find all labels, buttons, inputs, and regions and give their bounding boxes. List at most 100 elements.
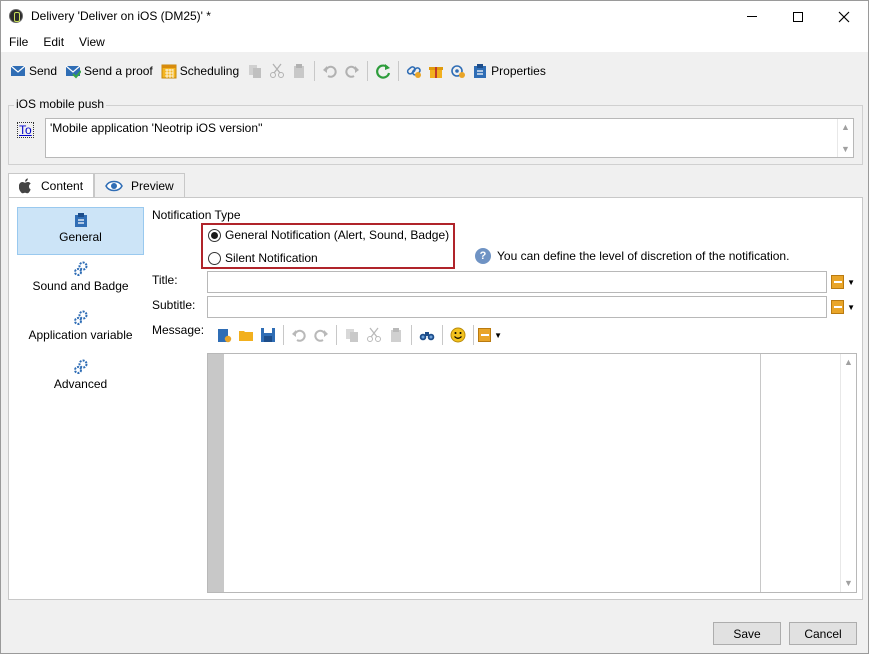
editor-copy-button[interactable] [341, 323, 363, 347]
nav-application-variable[interactable]: Application variable [17, 306, 144, 354]
radio-dot[interactable] [208, 251, 221, 265]
find-button[interactable] [416, 323, 438, 347]
toolbar-separator [442, 325, 443, 345]
cut-button[interactable] [266, 59, 288, 83]
scissors-icon [270, 63, 285, 78]
redo-icon [314, 329, 328, 342]
message-editor-toolbar: ▼ [207, 322, 857, 348]
app-icon [9, 9, 23, 23]
scroll-up-icon[interactable]: ▲ [844, 357, 853, 367]
tab-content-label: Content [41, 179, 84, 193]
nav-general[interactable]: General [17, 207, 144, 255]
redo-button[interactable] [341, 59, 363, 83]
cancel-button[interactable]: Cancel [789, 622, 857, 645]
copy-icon [249, 65, 262, 78]
scroll-up-icon[interactable]: ▲ [841, 122, 850, 132]
scheduling-button[interactable]: Scheduling [158, 59, 242, 83]
link-button[interactable] [403, 59, 425, 83]
subtitle-input[interactable] [207, 296, 827, 318]
envelope-icon [10, 65, 26, 76]
message-editor[interactable]: ▲ ▼ [207, 353, 857, 593]
personalize-icon [831, 275, 845, 289]
gift-button[interactable] [425, 59, 447, 83]
copy-button[interactable] [244, 59, 266, 83]
chevron-down-icon: ▼ [494, 330, 502, 340]
help-text: You can define the level of discretion o… [497, 249, 790, 263]
delivery-window: Delivery 'Deliver on iOS (DM25)' * File … [0, 0, 869, 654]
scroll-down-icon[interactable]: ▼ [844, 578, 853, 588]
tab-preview-label: Preview [131, 178, 174, 193]
target-button[interactable] [447, 59, 469, 83]
scroll-down-icon[interactable]: ▼ [841, 144, 850, 154]
minimize-icon [747, 16, 757, 17]
eye-icon [105, 180, 123, 191]
main-toolbar: Send Send a proof Scheduling Properties [1, 58, 868, 84]
radio-silent-notification[interactable]: Silent Notification [208, 251, 318, 265]
title-label: Title: [152, 273, 178, 287]
save-button[interactable]: Save [713, 622, 781, 645]
toolbar-separator [473, 325, 474, 345]
new-document-button[interactable] [213, 323, 235, 347]
emoji-button[interactable] [447, 323, 469, 347]
redo-icon [345, 65, 360, 78]
maximize-button[interactable] [775, 1, 821, 32]
editor-scrollbar[interactable]: ▲ ▼ [840, 354, 856, 592]
nav-general-label: General [59, 230, 102, 244]
radio-general-label: General Notification (Alert, Sound, Badg… [225, 228, 450, 242]
editor-margin-line [760, 354, 761, 592]
properties-button[interactable]: Properties [469, 59, 549, 83]
copy-icon [346, 329, 358, 342]
target-icon [451, 65, 466, 78]
chevron-down-icon: ▼ [847, 277, 855, 287]
radio-dot-checked[interactable] [208, 228, 221, 242]
chevron-down-icon: ▼ [847, 302, 855, 312]
title-input[interactable] [207, 271, 827, 293]
undo-icon [292, 329, 306, 342]
paste-icon [294, 64, 305, 78]
toolbar-separator [398, 61, 400, 81]
menu-view[interactable]: View [71, 32, 112, 52]
editor-undo-button[interactable] [288, 323, 310, 347]
editor-redo-button[interactable] [310, 323, 332, 347]
group-label: iOS mobile push [14, 97, 107, 111]
to-scrollbar[interactable]: ▲ ▼ [837, 119, 853, 157]
window-title: Delivery 'Deliver on iOS (DM25)' * [31, 9, 211, 23]
tab-content[interactable]: Content [8, 173, 95, 198]
message-personalize-button[interactable]: ▼ [478, 326, 502, 344]
refresh-button[interactable] [372, 59, 394, 83]
close-button[interactable] [821, 1, 867, 32]
nav-sound-and-badge-label: Sound and Badge [32, 279, 129, 293]
menu-file[interactable]: File [1, 32, 35, 52]
gift-icon [429, 67, 444, 78]
nav-advanced[interactable]: Advanced [17, 355, 144, 403]
title-personalize-button[interactable]: ▼ [831, 273, 855, 291]
scissors-icon [367, 327, 381, 342]
tab-bar: Content Preview [8, 173, 185, 198]
close-icon [838, 11, 850, 22]
gears-icon [73, 261, 87, 276]
send-proof-button[interactable]: Send a proof [62, 59, 156, 83]
menu-edit[interactable]: Edit [35, 32, 71, 52]
send-button[interactable]: Send [7, 59, 60, 83]
editor-paste-button[interactable] [385, 323, 407, 347]
send-proof-label: Send a proof [84, 64, 153, 78]
minimize-button[interactable] [729, 1, 775, 32]
apple-icon [19, 178, 31, 194]
nav-application-variable-label: Application variable [28, 328, 133, 342]
paste-button[interactable] [288, 59, 310, 83]
undo-button[interactable] [319, 59, 341, 83]
floppy-icon [261, 328, 275, 342]
save-file-button[interactable] [257, 323, 279, 347]
to-link[interactable]: To [17, 122, 34, 138]
nav-sound-and-badge[interactable]: Sound and Badge [17, 257, 144, 305]
open-folder-button[interactable] [235, 323, 257, 347]
binoculars-icon [419, 332, 435, 341]
radio-general-notification[interactable]: General Notification (Alert, Sound, Badg… [208, 228, 449, 242]
subtitle-label: Subtitle: [152, 298, 196, 312]
tab-preview[interactable]: Preview [94, 173, 185, 197]
subtitle-personalize-button[interactable]: ▼ [831, 298, 855, 316]
to-field[interactable]: 'Mobile application 'Neotrip iOS version… [45, 118, 854, 158]
editor-cut-button[interactable] [363, 323, 385, 347]
toolbar-separator [367, 61, 369, 81]
radio-silent-label: Silent Notification [225, 251, 318, 265]
